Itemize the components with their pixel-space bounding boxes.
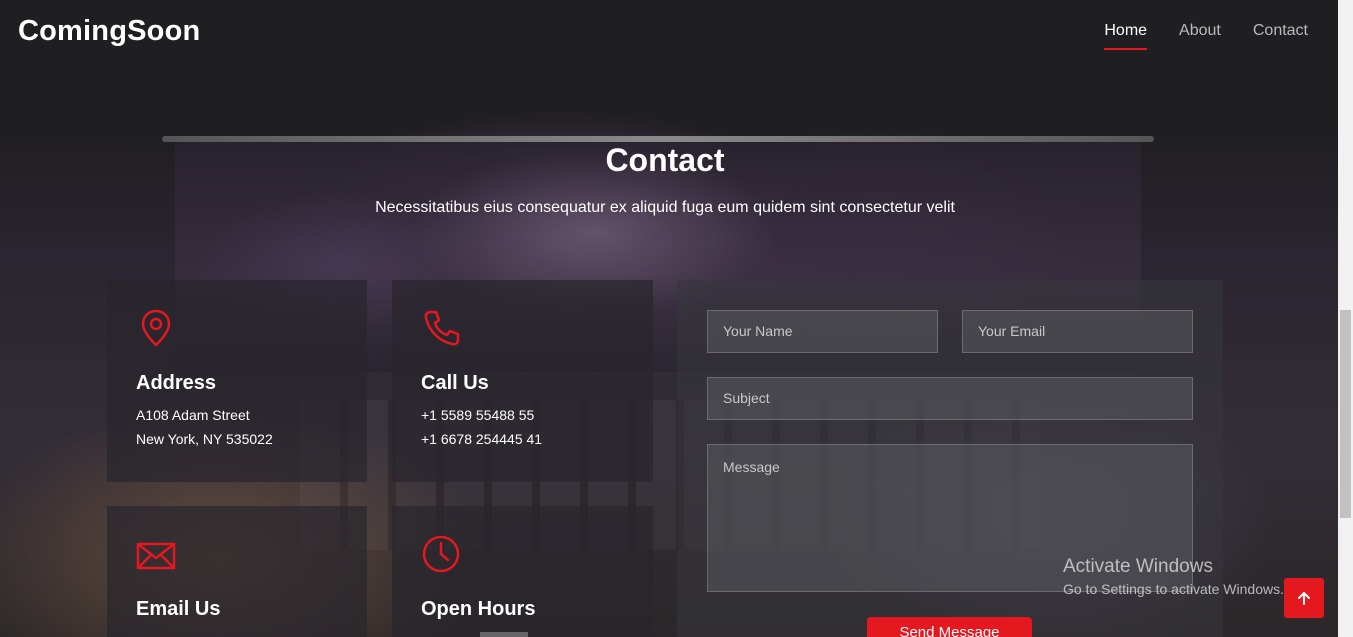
address-line-2: New York, NY 535022	[136, 431, 273, 447]
address-line-1: A108 Adam Street	[136, 407, 250, 423]
hours-title: Open Hours	[421, 598, 536, 620]
map-pin-icon	[141, 309, 171, 347]
phone-line-1[interactable]: +1 5589 55488 55	[421, 407, 534, 423]
watermark-line-2: Go to Settings to activate Windows.	[1063, 581, 1284, 597]
back-to-top-button[interactable]	[1284, 578, 1324, 618]
call-title: Call Us	[421, 372, 489, 394]
main-nav: Home About Contact	[1104, 22, 1308, 50]
page-scrollbar[interactable]	[1338, 0, 1353, 637]
envelope-icon	[136, 542, 176, 570]
phone-icon	[424, 310, 460, 346]
section-subtitle: Necessitatibus eius consequatur ex aliqu…	[375, 199, 955, 216]
address-title: Address	[136, 372, 217, 394]
hours-box: Open Hours	[392, 506, 653, 637]
nav-home[interactable]: Home	[1104, 22, 1147, 50]
call-box: Call Us +1 5589 55488 55 +1 6678 254445 …	[392, 280, 653, 482]
send-message-button[interactable]: Send Message	[867, 617, 1032, 637]
phone-line-2[interactable]: +1 6678 254445 41	[421, 431, 542, 447]
arrow-up-icon	[1298, 592, 1310, 605]
watermark-line-1: Activate Windows	[1063, 556, 1213, 577]
site-header: ComingSoon Home About Contact	[0, 0, 1338, 68]
name-input[interactable]: Your Name	[707, 310, 938, 353]
email-title: Email Us	[136, 598, 221, 620]
nav-about[interactable]: About	[1179, 22, 1221, 48]
email-box: Email Us	[107, 506, 367, 637]
bottom-strip	[480, 632, 528, 637]
clock-icon	[422, 535, 460, 573]
nav-contact[interactable]: Contact	[1253, 22, 1308, 48]
subject-input[interactable]: Subject	[707, 377, 1193, 420]
scrollbar-thumb[interactable]	[1340, 310, 1351, 518]
section-title: Contact	[605, 142, 725, 178]
site-logo[interactable]: ComingSoon	[18, 15, 200, 48]
address-box: Address A108 Adam Street New York, NY 53…	[107, 280, 367, 482]
email-input[interactable]: Your Email	[962, 310, 1193, 353]
windows-activation-watermark: Activate Windows Go to Settings to activ…	[1063, 556, 1284, 597]
